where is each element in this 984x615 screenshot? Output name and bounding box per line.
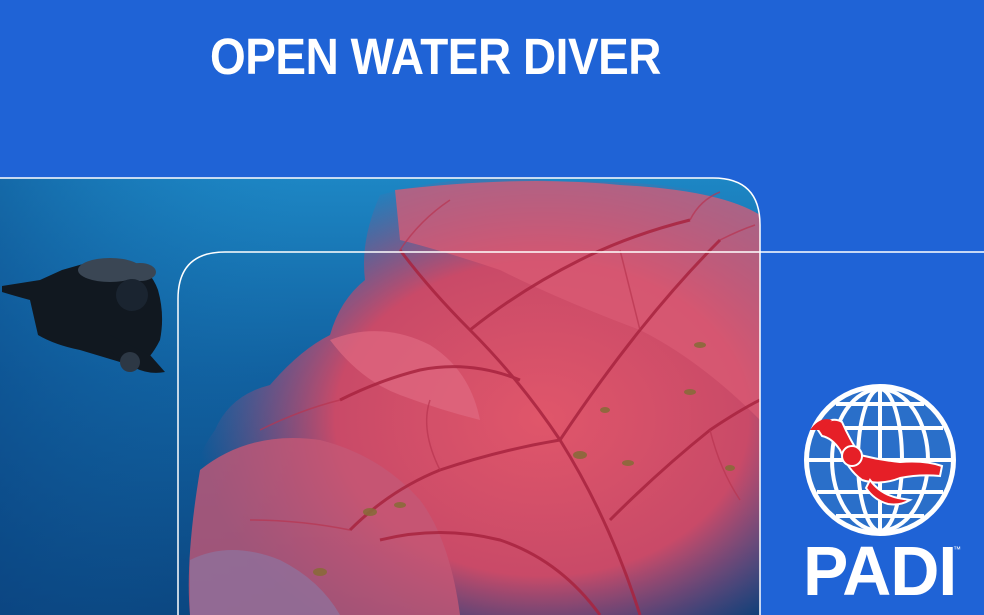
certification-card: OPEN WATER DIVER PADI ™ xyxy=(0,0,984,615)
trademark-symbol: ™ xyxy=(953,545,961,554)
card-title: OPEN WATER DIVER xyxy=(210,28,661,85)
padi-wordmark: PADI xyxy=(803,532,957,610)
